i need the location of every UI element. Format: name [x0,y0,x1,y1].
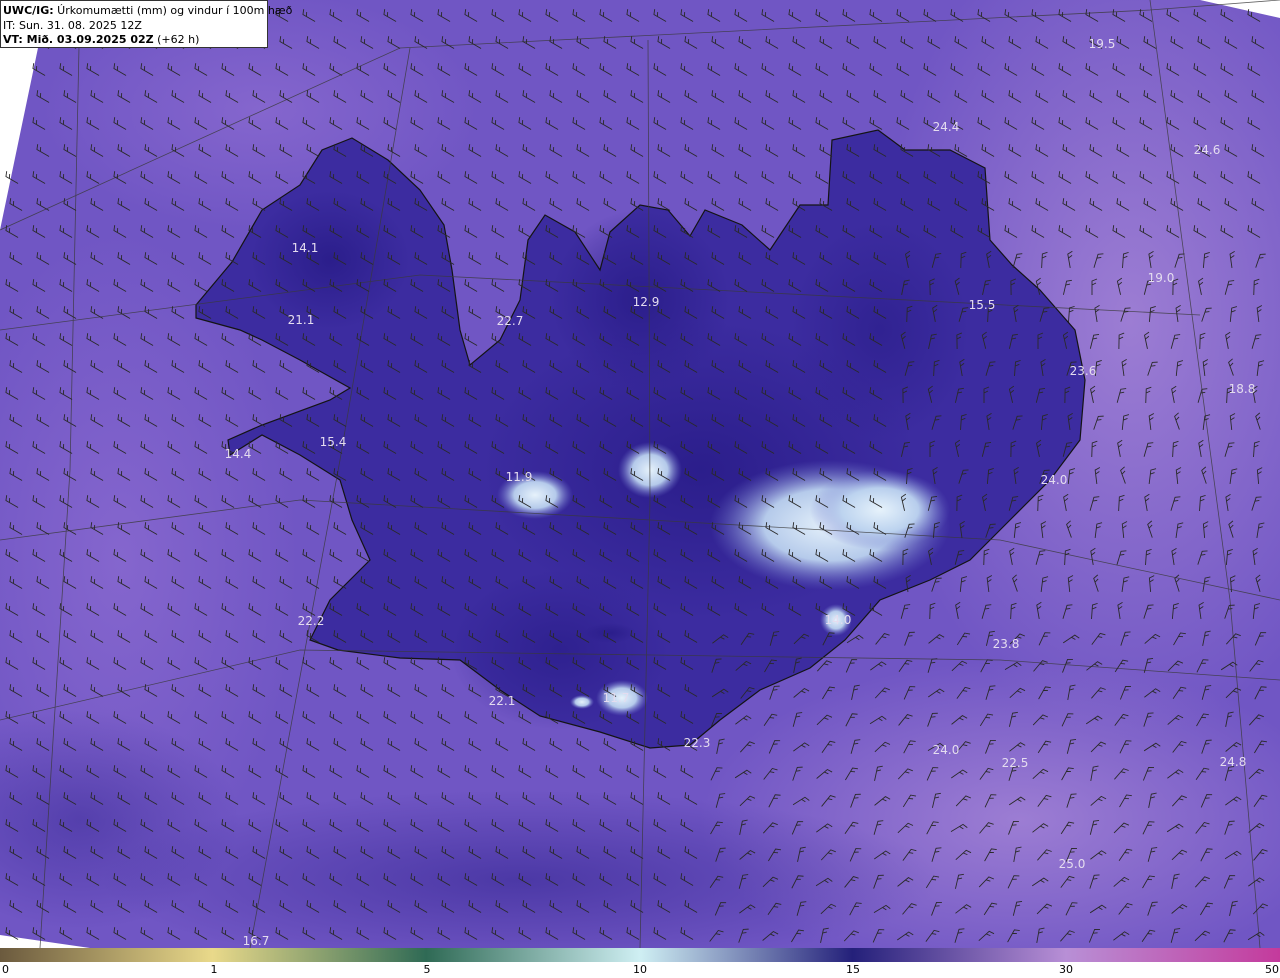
label-24-6: 24.6 [1193,143,1221,157]
label-12-9: 12.9 [632,295,660,309]
label-24-0-south: 24.0 [932,743,960,757]
label-24-4: 24.4 [932,120,960,134]
label-14-4: 14.4 [224,447,252,461]
label-15-5: 15.5 [968,298,996,312]
colorbar-tick-1: 1 [210,963,218,976]
label-23-6: 23.6 [1069,364,1097,378]
label-22-5: 22.5 [1001,756,1029,770]
info-box: UWC/IG: Úrkomumætti (mm) og vindur í 100… [0,0,292,48]
label-24-0-east: 24.0 [1040,473,1068,487]
map-canvas [0,0,1280,948]
label-19-5: 19.5 [1088,37,1116,51]
label-22-3: 22.3 [683,736,711,750]
label-22-2: 22.2 [297,614,325,628]
label-21-1: 21.1 [287,313,315,327]
label-25-0: 25.0 [1058,857,1086,871]
colorbar-tick-0: 0 [2,963,9,976]
label-11-7: 11.7 [602,691,630,705]
label-14-1: 14.1 [291,241,319,255]
colorbar-tick-30: 30 [1059,963,1073,976]
colorbar-tick-10: 10 [633,963,647,976]
title-text: Úrkomumætti (mm) og vindur í 100m hæð [53,4,293,17]
label-19-0: 19.0 [1147,271,1175,285]
colorbar-tick-15: 15 [846,963,860,976]
colorbar-tick-5: 5 [423,963,431,976]
model-tag: UWC/IG: [3,4,54,17]
label-24-8: 24.8 [1219,755,1247,769]
label-18-8: 18.8 [1228,382,1256,396]
valid-time: VT: Mið. 03.09.2025 02Z [3,33,154,46]
label-23-8: 23.8 [992,637,1020,651]
forecast-map: 19.5 24.4 24.6 14.1 19.0 12.9 15.5 21.1 22.7 23.6… [0,0,1280,948]
title-line: UWC/IG: Úrkomumætti (mm) og vindur í 100… [3,4,292,19]
label-22-1: 22.1 [488,694,516,708]
label-22-7: 22.7 [496,314,524,328]
colorbar: 0 1 5 10 15 30 50 [0,948,1280,978]
label-15-4: 15.4 [319,435,347,449]
colorbar-tick-50: 50 [1265,963,1279,976]
valid-time-line: VT: Mið. 03.09.2025 02Z (+62 h) [3,33,265,48]
label-16-7: 16.7 [242,934,270,948]
label-11-9: 11.9 [505,470,533,484]
init-time: IT: Sun. 31. 08. 2025 12Z [3,18,142,32]
colorbar-gradient [0,948,1280,962]
lead-time: (+62 h) [153,33,200,46]
label-14-0: 14.0 [824,613,852,627]
